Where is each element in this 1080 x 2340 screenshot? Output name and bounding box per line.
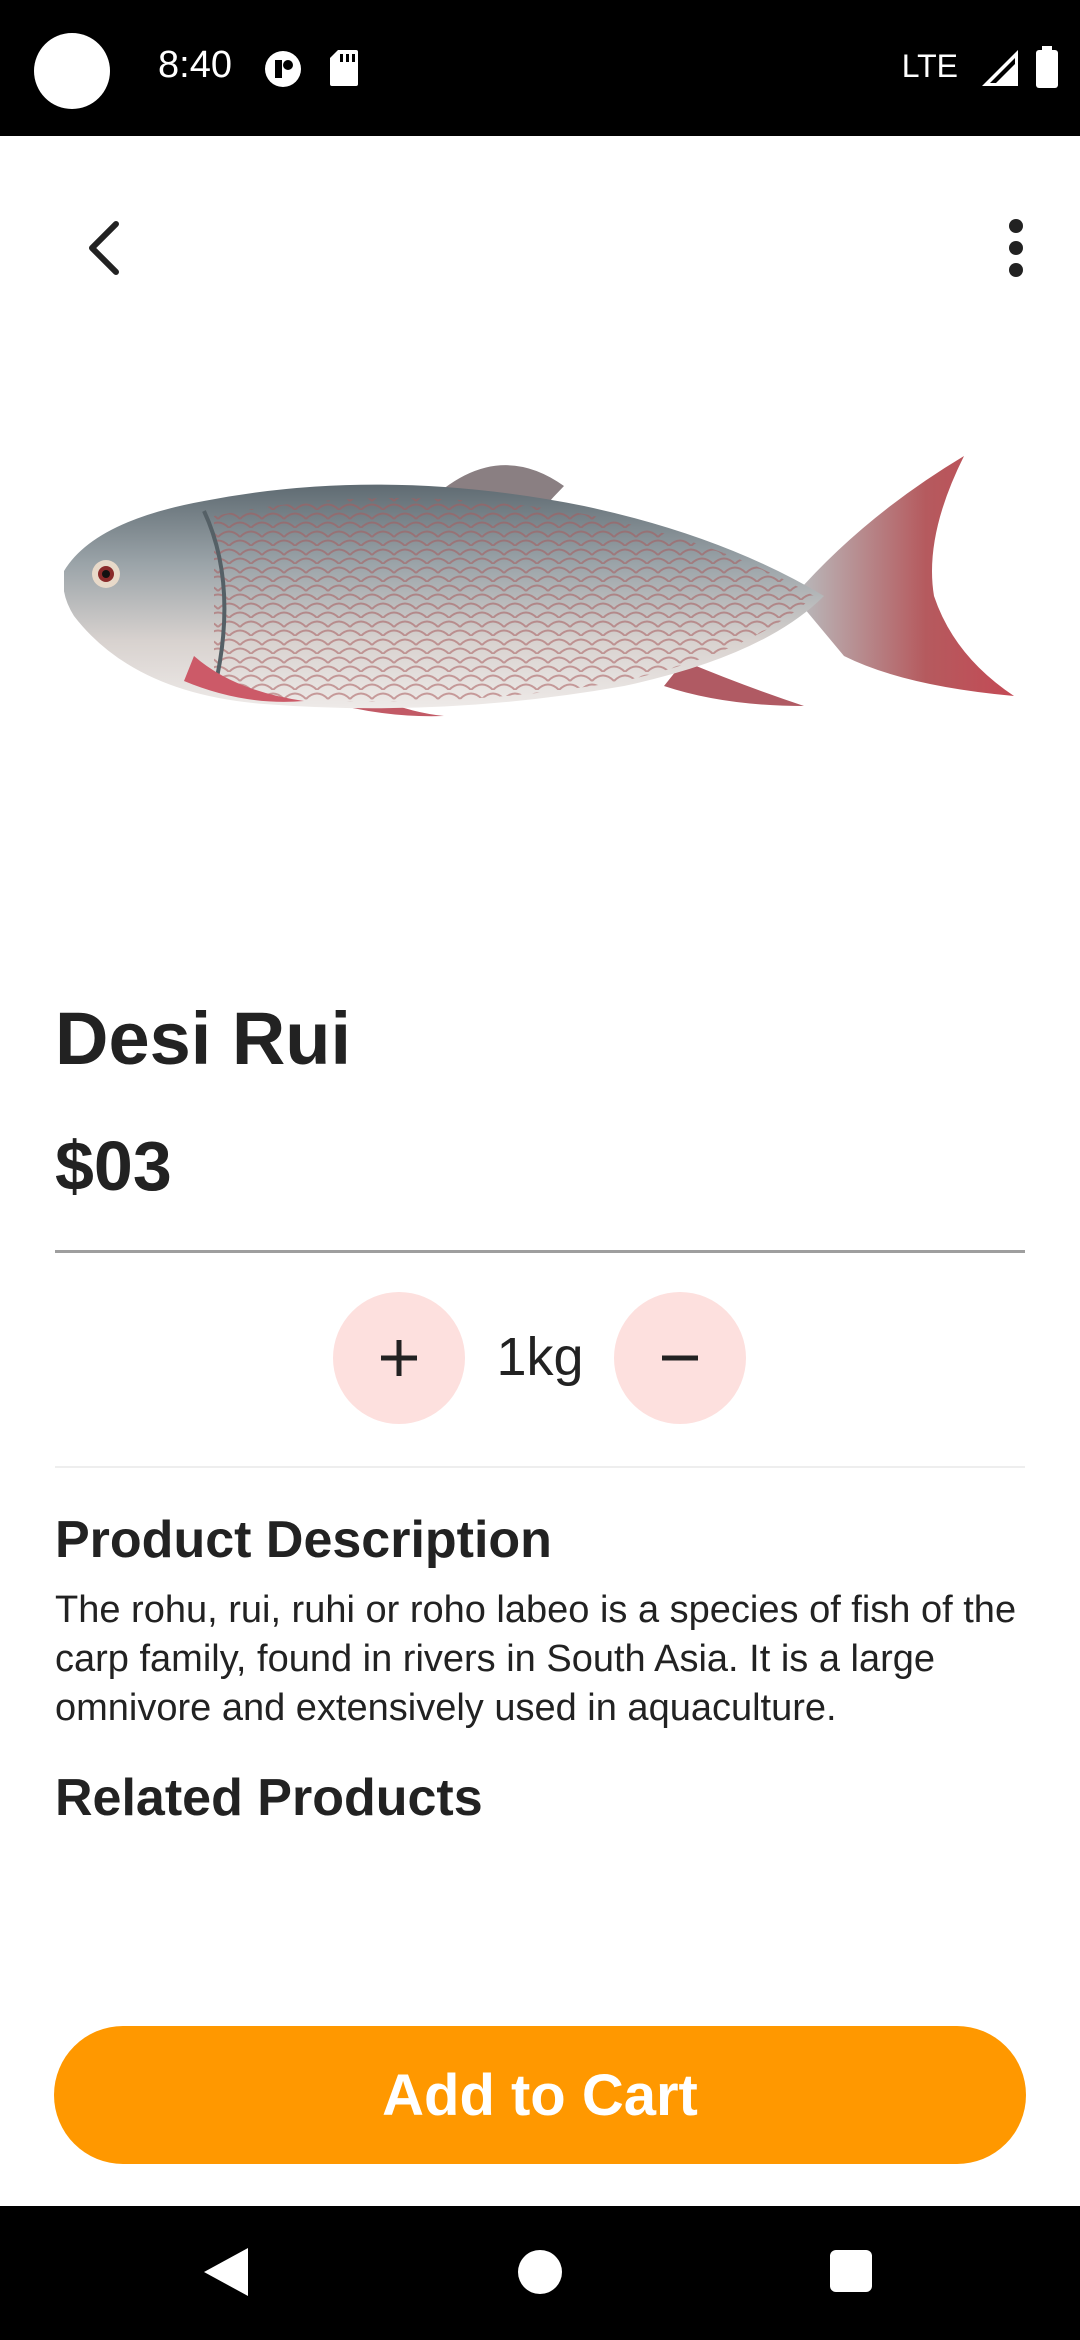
arrow-back-icon (89, 221, 119, 275)
navigation-bar (0, 2206, 1080, 2340)
notification-app-icon (265, 51, 301, 87)
device-frame: 8:40 LTE Desi Rui $03 1kg Product Descri… (0, 0, 1080, 2340)
sd-card-icon (330, 50, 358, 86)
description-heading: Product Description (55, 1511, 552, 1569)
camera-cutout (34, 33, 110, 109)
decrease-quantity-button[interactable] (614, 1292, 746, 1424)
nav-home-icon[interactable] (518, 2250, 562, 2294)
add-to-cart-button[interactable]: Add to Cart (54, 2026, 1026, 2164)
battery-icon (1036, 46, 1058, 88)
divider (55, 1466, 1025, 1468)
nav-recents-icon[interactable] (830, 2250, 872, 2292)
product-title: Desi Rui (55, 997, 352, 1080)
minus-icon (662, 1355, 698, 1361)
related-products-heading: Related Products (55, 1769, 483, 1827)
status-time: 8:40 (158, 44, 232, 86)
fish-image (64, 456, 1014, 717)
signal-icon (982, 50, 1018, 86)
quantity-value: 1kg (496, 1327, 584, 1387)
back-button[interactable] (62, 206, 146, 290)
plus-icon (381, 1340, 417, 1376)
network-type: LTE (901, 48, 958, 84)
product-price: $03 (55, 1127, 172, 1205)
quantity-stepper: 1kg (0, 1292, 1080, 1424)
more-options-button[interactable] (974, 206, 1058, 290)
divider (55, 1250, 1025, 1253)
more-vert-icon (1009, 219, 1023, 277)
status-bar: 8:40 LTE (0, 0, 1080, 136)
description-text: The rohu, rui, ruhi or roho labeo is a s… (55, 1589, 1017, 1729)
nav-back-icon[interactable] (204, 2248, 248, 2296)
product-detail-screen: Desi Rui $03 1kg Product Description The… (0, 136, 1080, 2206)
increase-quantity-button[interactable] (333, 1292, 465, 1424)
